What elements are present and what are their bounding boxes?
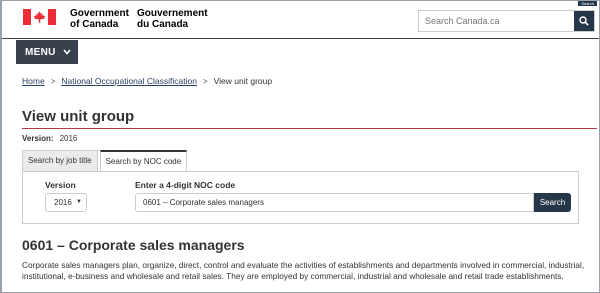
breadcrumb-separator: > [202,76,208,86]
caret-down-icon: ▼ [76,199,82,205]
canada-flag-icon [23,9,56,25]
menu-button[interactable]: MENU [16,40,78,64]
noc-search-button[interactable]: Search [534,193,571,212]
version-info: Version: 2016 [22,134,77,143]
signature-french[interactable]: Gouvernement du Canada [137,8,208,30]
header-divider [2,38,599,39]
breadcrumb-noc-link[interactable]: National Occupational Classification [61,76,197,86]
version-select-value: 2016 [54,198,72,207]
government-header: Government of Canada Gouvernement du Can… [2,1,599,38]
site-search-button[interactable] [574,11,594,31]
breadcrumb-home-link[interactable]: Home [22,76,45,86]
version-select[interactable]: 2016 ▼ [45,193,87,212]
signature-english[interactable]: Government of Canada [70,8,129,30]
page-title: View unit group [22,108,135,125]
title-underline [22,128,597,129]
menu-label: MENU [25,46,56,58]
tab-search-by-job-title[interactable]: Search by job title [22,150,98,171]
noc-code-label: Enter a 4-digit NOC code [135,180,236,190]
unit-group-description: Corporate sales managers plan, organize,… [22,260,585,281]
version-select-label: Version [45,180,76,190]
version-label: Version: [22,134,54,143]
search-icon [579,16,589,26]
breadcrumb-separator: > [50,76,56,86]
site-search-input[interactable] [419,16,575,26]
version-value: 2016 [59,134,78,143]
chevron-down-icon [63,47,71,58]
search-panel: Version Enter a 4-digit NOC code 2016 ▼ … [22,171,579,224]
site-search [418,10,595,32]
breadcrumb: Home > National Occupational Classificat… [22,76,272,86]
tab-search-by-noc-code[interactable]: Search by NOC code [99,150,188,172]
browser-viewport: Search Government of Canada Gouvernement… [0,0,600,293]
breadcrumb-current: View unit group [213,76,273,86]
noc-code-input[interactable]: 0601 – Corporate sales managers [135,193,534,212]
search-tabs: Search by job title Search by NOC code [22,150,188,172]
unit-group-title: 0601 – Corporate sales managers [22,237,245,253]
